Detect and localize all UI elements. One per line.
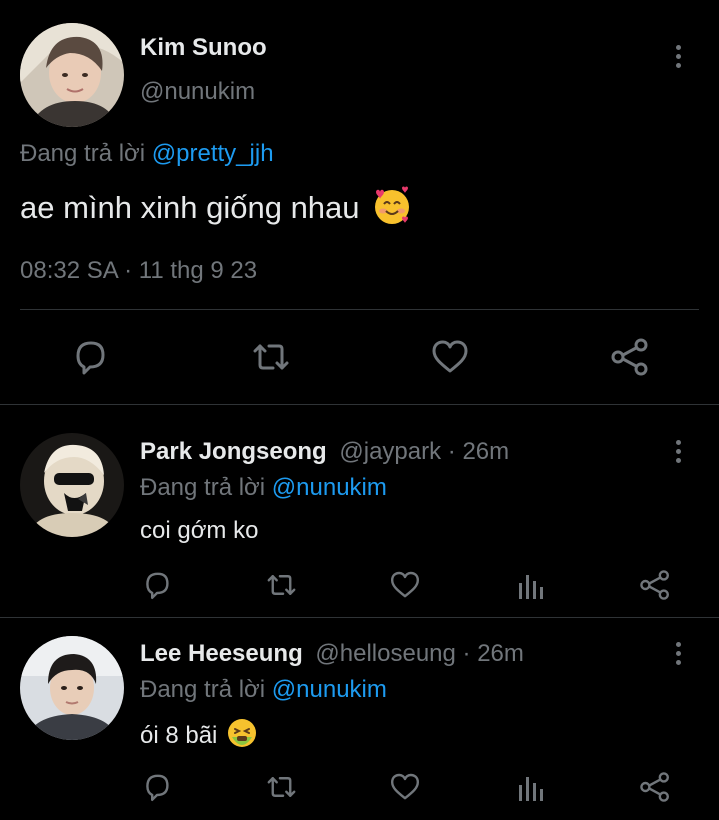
more-options-icon[interactable] xyxy=(668,433,688,469)
reply-time[interactable]: · 26m xyxy=(448,438,509,465)
retweet-icon[interactable] xyxy=(264,771,299,803)
views-icon[interactable] xyxy=(516,771,546,803)
reply-context: Đang trả lời @pretty_jjh xyxy=(20,140,274,168)
avatar[interactable] xyxy=(20,636,124,740)
reply-prefix: Đang trả lời xyxy=(20,140,146,167)
author-name[interactable]: Park Jongseong xyxy=(140,438,327,465)
reply-icon[interactable] xyxy=(141,771,173,803)
author-handle[interactable]: @helloseung xyxy=(315,640,455,667)
views-icon[interactable] xyxy=(516,569,546,601)
reply-prefix: Đang trả lời xyxy=(140,676,266,703)
retweet-icon[interactable] xyxy=(249,337,293,377)
divider xyxy=(20,309,699,310)
tweet-timestamp[interactable]: 08:32 SA · 11 thg 9 23 xyxy=(20,257,257,285)
divider xyxy=(0,617,719,618)
reply-text: ói 8 bãi xyxy=(140,717,258,756)
reply-text: coi gớm ko xyxy=(140,517,259,544)
reply-to-mention[interactable]: @pretty_jjh xyxy=(152,140,274,167)
retweet-icon[interactable] xyxy=(264,569,299,601)
reply-context: Đang trả lời @nunukim xyxy=(140,676,387,704)
share-icon[interactable] xyxy=(638,569,672,601)
tweet-text: ae mình xinh giống nhau xyxy=(20,186,412,234)
reply-prefix: Đang trả lời xyxy=(140,474,266,501)
more-options-icon[interactable] xyxy=(668,38,688,74)
author-name[interactable]: Lee Heeseung xyxy=(140,640,303,667)
author-name[interactable]: Kim Sunoo xyxy=(140,34,267,62)
reply-time[interactable]: · 26m xyxy=(463,640,524,667)
author-handle[interactable]: @jaypark xyxy=(339,438,441,465)
smiling-face-with-hearts-emoji xyxy=(372,186,412,234)
reply-header: Lee Heeseung @helloseung · 26m xyxy=(140,640,524,668)
author-handle[interactable]: @nunukim xyxy=(140,78,255,106)
like-icon[interactable] xyxy=(389,569,421,601)
reply-to-mention[interactable]: @nunukim xyxy=(272,676,387,703)
reply-to-mention[interactable]: @nunukim xyxy=(272,474,387,501)
like-icon[interactable] xyxy=(430,337,470,377)
reply-icon[interactable] xyxy=(141,569,173,601)
reply-text-content: ói 8 bãi xyxy=(140,721,218,749)
reply-context: Đang trả lời @nunukim xyxy=(140,474,387,502)
reply-icon[interactable] xyxy=(70,337,110,377)
share-icon[interactable] xyxy=(609,337,651,377)
avatar[interactable] xyxy=(20,433,124,537)
reply-header: Park Jongseong @jaypark · 26m xyxy=(140,438,509,466)
like-icon[interactable] xyxy=(389,771,421,803)
share-icon[interactable] xyxy=(638,771,672,803)
nauseated-face-emoji xyxy=(226,717,258,756)
tweet-text-content: ae mình xinh giống nhau xyxy=(20,190,360,226)
more-options-icon[interactable] xyxy=(668,635,688,671)
divider xyxy=(0,404,719,405)
avatar[interactable] xyxy=(20,23,124,127)
